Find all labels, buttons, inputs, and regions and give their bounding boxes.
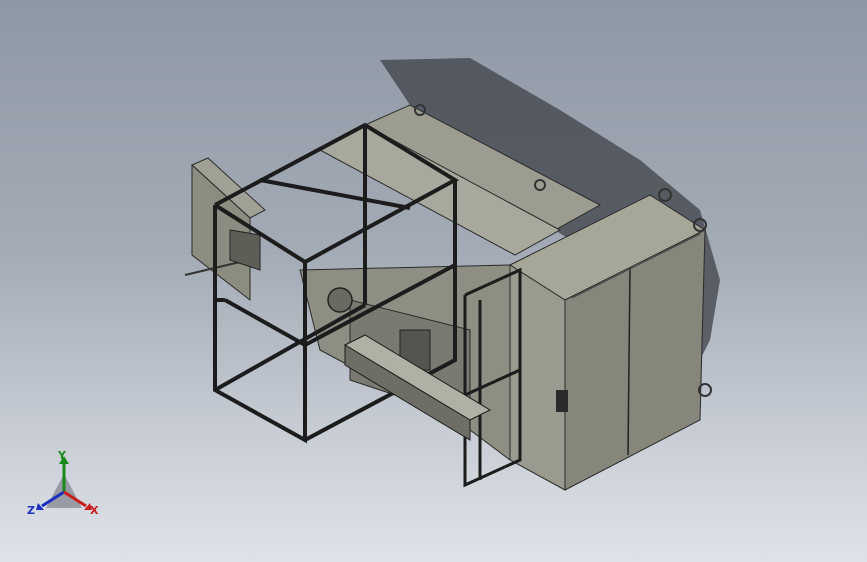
graphics-viewport[interactable]: Y Z X [0, 0, 867, 562]
machine-assembly-model[interactable] [0, 0, 867, 562]
z-axis-label: Z [27, 504, 35, 517]
axis-triad: Y Z X [24, 448, 104, 524]
y-axis-label: Y [58, 449, 66, 462]
x-axis-label: X [90, 504, 99, 517]
